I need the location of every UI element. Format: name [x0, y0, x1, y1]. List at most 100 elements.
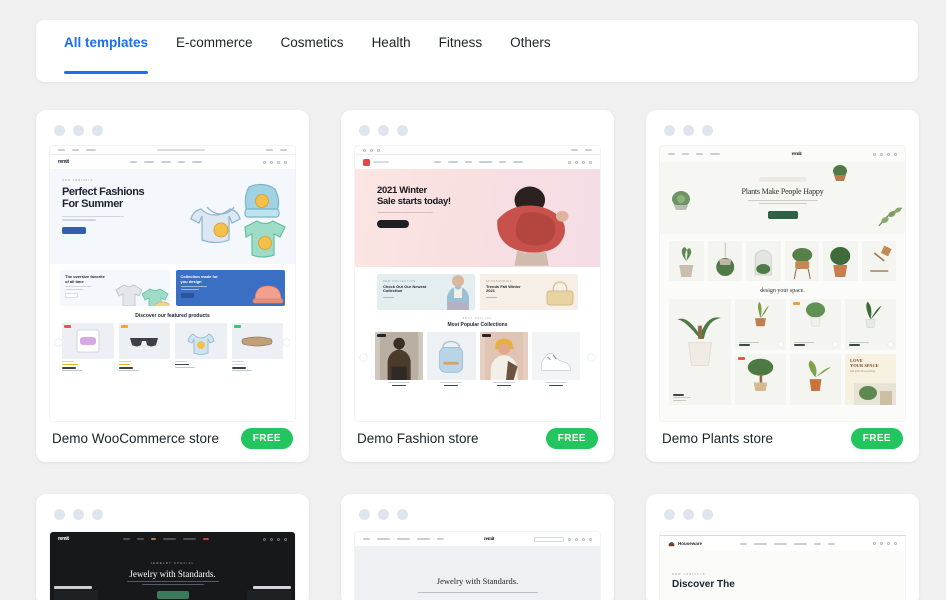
- template-preview-thumbnail[interactable]: 2021 Winter Sale starts today! NEW COLLE…: [355, 146, 600, 421]
- add-to-cart-icon[interactable]: [833, 342, 838, 347]
- template-card-jewelry-light[interactable]: remit Jewelry with Standards.: [341, 494, 614, 600]
- browser-dot-icon: [702, 125, 713, 136]
- promo-cta-button[interactable]: [65, 292, 78, 298]
- template-card-woocommerce[interactable]: remit NEW ARRIVALS Perfect Fashions For …: [36, 110, 309, 462]
- browser-dot-icon: [378, 509, 389, 520]
- hero-heading: Plants Make People Happy: [741, 186, 824, 196]
- promo-title-line2: 2021: [486, 288, 495, 294]
- carousel-next-icon[interactable]: [588, 354, 595, 361]
- carousel-prev-icon[interactable]: [55, 339, 62, 346]
- decor-panel-right: [247, 590, 291, 600]
- hero-kicker: NEW ARRIVALS: [62, 179, 94, 182]
- hanging-plant-illustration: [715, 243, 734, 276]
- decor-panel-left: [54, 590, 98, 600]
- hero-heading: Jewelry with Standards.: [436, 576, 519, 586]
- template-card-fashion[interactable]: 2021 Winter Sale starts today! NEW COLLE…: [341, 110, 614, 462]
- promo-cta-button[interactable]: [180, 292, 194, 298]
- feature-caption: [673, 394, 691, 401]
- hero-cta-button[interactable]: [377, 220, 409, 229]
- template-preview-thumbnail[interactable]: remit JEWELRY SPECIAL Jewelry with Stand…: [50, 532, 295, 600]
- preview-category-row: [660, 234, 905, 281]
- preview-navbar: remit: [50, 155, 295, 169]
- clothing-illustration: [190, 183, 286, 258]
- search-input[interactable]: [533, 536, 564, 542]
- tab-label: Cosmetics: [280, 35, 344, 51]
- add-to-cart-icon[interactable]: [778, 342, 783, 347]
- hero-cta-button[interactable]: [156, 591, 189, 600]
- template-preview-thumbnail[interactable]: remit Plants Make People Happy design yo…: [660, 146, 905, 421]
- woo-product-illustration: [76, 329, 100, 353]
- succulent-illustration: [672, 191, 690, 210]
- preview-section-title: Most Popular Collections: [447, 322, 508, 328]
- brand-name: remit: [483, 536, 495, 542]
- preview-navbar: Houseware: [660, 536, 905, 551]
- tab-label: Fitness: [438, 35, 483, 51]
- handbag-illustration: [546, 281, 574, 306]
- tab-health[interactable]: Health: [358, 20, 425, 82]
- preview-promo-row: The oversize favorite of all time Collec…: [50, 264, 295, 306]
- preview-product-row: [355, 332, 600, 387]
- section-kicker: BEST SELLING: [462, 317, 493, 320]
- tab-all-templates[interactable]: All templates: [50, 20, 162, 82]
- preview-section-title: design your space.: [760, 288, 805, 294]
- promo-card: LOVE YOUR SPACE with 10% off everything!: [845, 354, 896, 405]
- browser-dot-icon: [683, 125, 694, 136]
- browser-dots: [646, 494, 919, 520]
- promo-title-line2: YOUR SPACE: [850, 363, 879, 369]
- carousel-next-icon[interactable]: [283, 339, 290, 346]
- tab-e-commerce[interactable]: E-commerce: [162, 20, 267, 82]
- preview-product-grid: LOVE YOUR SPACE with 10% off everything!: [660, 299, 905, 405]
- browser-dot-icon: [397, 509, 408, 520]
- template-card-grid: remit NEW ARRIVALS Perfect Fashions For …: [36, 110, 919, 600]
- browser-dots: [341, 494, 614, 520]
- hero-heading-line2: For Summer: [62, 198, 123, 211]
- female-model-illustration: [484, 332, 523, 380]
- preview-promo-row: NEW COLLECTION Check Out Our Newest Coll…: [355, 267, 600, 310]
- product-card: [790, 354, 841, 405]
- tab-list: All templates E-commerce Cosmetics Healt…: [36, 20, 565, 82]
- tab-others[interactable]: Others: [496, 20, 565, 82]
- hero-kicker-pill: [758, 176, 807, 182]
- denim-model-illustration: [447, 275, 469, 310]
- browser-dot-icon: [359, 509, 370, 520]
- garden-tools-illustration: [869, 245, 892, 272]
- template-preview-thumbnail[interactable]: remit Jewelry with Standards.: [355, 532, 600, 600]
- tab-cosmetics[interactable]: Cosmetics: [267, 20, 358, 82]
- category-item: [861, 241, 896, 281]
- template-preview-thumbnail[interactable]: remit NEW ARRIVALS Perfect Fashions For …: [50, 146, 295, 421]
- promo-title-line2: you design: [180, 278, 202, 284]
- carousel-prev-icon[interactable]: [360, 354, 367, 361]
- promo-link[interactable]: [383, 297, 394, 299]
- hero-cta-button[interactable]: [62, 226, 86, 234]
- browser-dot-icon: [92, 509, 103, 520]
- decor-bar-right: [253, 586, 291, 589]
- browser-dot-icon: [359, 125, 370, 136]
- promo-card-left: The oversize favorite of all time: [60, 270, 170, 306]
- hero-cta-button[interactable]: [767, 211, 798, 220]
- hero-heading: Discover The: [672, 579, 735, 590]
- brand-logo-icon: [668, 542, 675, 547]
- preview-section-title: Discover our featured products: [135, 313, 210, 319]
- product-feature-card: [669, 299, 731, 405]
- terrarium-illustration: [754, 249, 772, 276]
- tab-fitness[interactable]: Fitness: [425, 20, 497, 82]
- promo-link[interactable]: [486, 297, 497, 299]
- hero-kicker: JEWELRY SPECIAL: [150, 562, 195, 565]
- card-footer: Demo Fashion store FREE: [341, 420, 614, 462]
- product-item: [531, 332, 580, 387]
- browser-dot-icon: [73, 509, 84, 520]
- template-card-plants[interactable]: remit Plants Make People Happy design yo…: [646, 110, 919, 462]
- promo-subtitle: with 10% off everything!: [850, 369, 876, 373]
- add-to-cart-icon[interactable]: [888, 342, 893, 347]
- template-preview-thumbnail[interactable]: Houseware NEW ARRIVALS Discover The: [660, 532, 905, 600]
- preview-product-row: [50, 323, 295, 372]
- product-badge: [377, 334, 386, 337]
- palm-plant-illustration: [677, 317, 721, 366]
- leaf-branch-illustration: [878, 207, 903, 227]
- hero-heading: Jewelry with Standards.: [129, 569, 216, 579]
- template-card-jewelry-dark[interactable]: remit JEWELRY SPECIAL Jewelry with Stand…: [36, 494, 309, 600]
- template-card-houseware[interactable]: Houseware NEW ARRIVALS Discover The: [646, 494, 919, 600]
- tab-label: All templates: [64, 35, 149, 51]
- product-card: [735, 354, 786, 405]
- browser-dot-icon: [378, 125, 389, 136]
